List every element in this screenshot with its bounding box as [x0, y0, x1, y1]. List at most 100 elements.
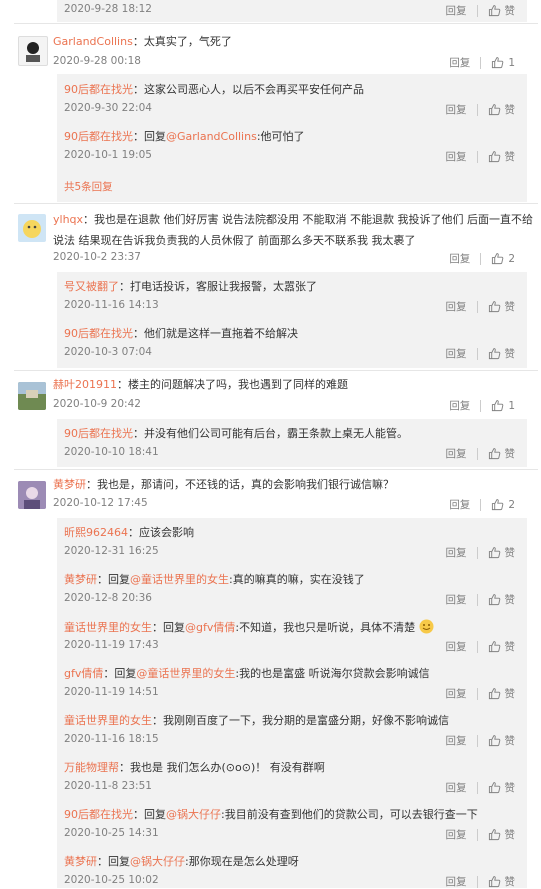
thumbs-up-icon[interactable]: [488, 781, 501, 794]
reply-button[interactable]: 回复: [446, 874, 467, 889]
reply-time: 2020-10-25 14:31: [64, 827, 159, 839]
avatar[interactable]: [18, 481, 46, 509]
reply-user[interactable]: 昕熙962464: [64, 526, 128, 539]
reply-user[interactable]: 90后都在找光: [64, 327, 133, 340]
thumbs-up-icon[interactable]: [488, 447, 501, 460]
like-label[interactable]: 赞: [505, 733, 516, 748]
reply-button[interactable]: 回复: [446, 299, 467, 314]
like-label[interactable]: 赞: [505, 592, 516, 607]
reply-actions: 回复 赞: [446, 149, 516, 164]
like-label[interactable]: 赞: [505, 3, 516, 18]
reply-user[interactable]: 童话世界里的女生: [64, 621, 152, 634]
thumbs-up-icon[interactable]: [491, 498, 504, 511]
reply-time: 2020-11-16 14:13: [64, 299, 159, 311]
reply-user[interactable]: 90后都在找光: [64, 427, 133, 440]
like-count[interactable]: 1: [508, 57, 515, 69]
like-label[interactable]: 赞: [505, 299, 516, 314]
like-label[interactable]: 赞: [505, 827, 516, 842]
like-label[interactable]: 赞: [505, 149, 516, 164]
thumbs-up-icon[interactable]: [488, 828, 501, 841]
reply-text: :不知道，我也只是听说，具体不清楚: [235, 621, 416, 634]
thumbs-up-icon[interactable]: [488, 300, 501, 313]
like-label[interactable]: 赞: [505, 639, 516, 654]
thumbs-up-icon[interactable]: [488, 150, 501, 163]
comment-actions: 回复 1: [449, 398, 515, 413]
reply-body: 90后都在找光：并没有他们公司可能有后台，霸王条款上桌无人能管。: [64, 426, 408, 442]
avatar[interactable]: [18, 36, 48, 66]
thumbs-up-icon[interactable]: [488, 734, 501, 747]
reply-button[interactable]: 回复: [446, 827, 467, 842]
reply-user[interactable]: 万能物理帮: [64, 761, 119, 774]
reply-prefix: ：回复: [133, 808, 166, 821]
thumbs-up-icon[interactable]: [488, 4, 501, 17]
reply-prefix: ：回复: [133, 130, 166, 143]
like-count[interactable]: 2: [508, 253, 515, 265]
reply-user[interactable]: 黄梦研: [64, 573, 97, 586]
reply-time: 2020-11-16 18:15: [64, 733, 159, 745]
like-label[interactable]: 赞: [505, 545, 516, 560]
reply-button[interactable]: 回复: [446, 592, 467, 607]
reply-button[interactable]: 回复: [449, 55, 470, 70]
reply-button[interactable]: 回复: [446, 3, 467, 18]
reply-button[interactable]: 回复: [446, 545, 467, 560]
mention-link[interactable]: @GarlandCollins: [166, 130, 257, 143]
like-label[interactable]: 赞: [505, 102, 516, 117]
reply-actions: 回复 赞: [446, 827, 516, 842]
comment-body: GarlandCollins：太真实了，气死了: [53, 34, 232, 50]
thumbs-up-icon[interactable]: [488, 103, 501, 116]
reply-button[interactable]: 回复: [446, 102, 467, 117]
reply-user[interactable]: 90后都在找光: [64, 808, 133, 821]
reply-user[interactable]: gfv倩倩: [64, 667, 103, 680]
comment-body: ylhqx：我也是在退款 他们好厉害 说告法院都没用 不能取消 不能退款 我投诉…: [53, 209, 533, 251]
thumbs-up-icon[interactable]: [488, 687, 501, 700]
reply-button[interactable]: 回复: [449, 497, 470, 512]
mention-link[interactable]: @童话世界里的女生: [136, 667, 235, 680]
like-label[interactable]: 赞: [505, 446, 516, 461]
thumbs-up-icon[interactable]: [488, 875, 501, 888]
mention-link[interactable]: @童话世界里的女生: [130, 573, 229, 586]
comment-user[interactable]: 赫叶201911: [53, 378, 117, 391]
mention-link[interactable]: @gfv倩倩: [185, 621, 235, 634]
comment-user[interactable]: ylhqx: [53, 213, 83, 226]
reply-body: 90后都在找光：回复@锅大仔仔:我目前没有查到他们的贷款公司，可以去银行查一下: [64, 807, 478, 823]
reply-user[interactable]: 90后都在找光: [64, 83, 133, 96]
reply-button[interactable]: 回复: [446, 686, 467, 701]
reply-user[interactable]: 号又被翻了: [64, 280, 119, 293]
comment-user[interactable]: GarlandCollins: [53, 35, 133, 48]
thumbs-up-icon[interactable]: [488, 640, 501, 653]
like-label[interactable]: 赞: [505, 874, 516, 889]
avatar[interactable]: [18, 214, 46, 242]
reply-button[interactable]: 回复: [446, 733, 467, 748]
thumbs-up-icon[interactable]: [488, 593, 501, 606]
reply-body: 号又被翻了：打电话投诉，客服让我报警，太嚣张了: [64, 279, 317, 295]
comment-text-line2: 说法 结果现在告诉我负责我的人员休假了 前面那么多天不联系我 我太裹了: [53, 234, 416, 247]
reply-user[interactable]: 童话世界里的女生: [64, 714, 152, 727]
reply-button[interactable]: 回复: [449, 398, 470, 413]
mention-link[interactable]: @锅大仔仔: [130, 855, 185, 868]
reply-user[interactable]: 黄梦研: [64, 855, 97, 868]
thumbs-up-icon[interactable]: [491, 252, 504, 265]
thumbs-up-icon[interactable]: [491, 399, 504, 412]
thumbs-up-icon[interactable]: [491, 56, 504, 69]
reply-time: 2020-12-31 16:25: [64, 545, 159, 557]
reply-button[interactable]: 回复: [446, 780, 467, 795]
like-label[interactable]: 赞: [505, 780, 516, 795]
mention-link[interactable]: @锅大仔仔: [166, 808, 221, 821]
like-label[interactable]: 赞: [505, 346, 516, 361]
reply-button[interactable]: 回复: [449, 251, 470, 266]
like-count[interactable]: 1: [508, 400, 515, 412]
comment-user[interactable]: 黄梦研: [53, 478, 86, 491]
reply-user[interactable]: 90后都在找光: [64, 130, 133, 143]
reply-button[interactable]: 回复: [446, 639, 467, 654]
like-count[interactable]: 2: [508, 499, 515, 511]
reply-button[interactable]: 回复: [446, 346, 467, 361]
thumbs-up-icon[interactable]: [488, 546, 501, 559]
reply-actions: 回复 赞: [446, 446, 516, 461]
reply-button[interactable]: 回复: [446, 446, 467, 461]
reply-button[interactable]: 回复: [446, 149, 467, 164]
like-label[interactable]: 赞: [505, 686, 516, 701]
more-replies-link[interactable]: 共5条回复: [64, 179, 113, 194]
thumbs-up-icon[interactable]: [488, 347, 501, 360]
avatar[interactable]: [18, 382, 46, 410]
reply-body: 昕熙962464：应该会影响: [64, 525, 194, 541]
